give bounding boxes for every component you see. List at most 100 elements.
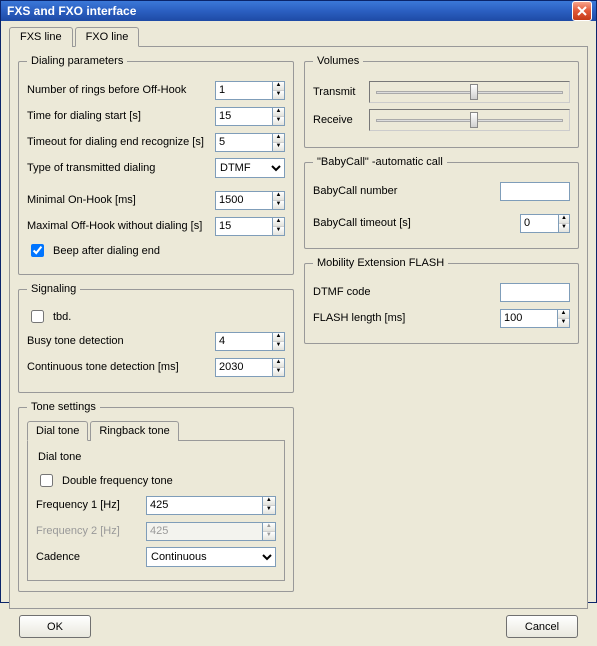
flash-length-input[interactable] [500, 309, 557, 328]
spin-up-icon[interactable]: ▲ [559, 215, 569, 224]
start-spinner[interactable]: ▲▼ [215, 107, 285, 126]
group-legend: Volumes [313, 55, 363, 67]
group-legend: Signaling [27, 283, 80, 295]
flash-length-label: FLASH length [ms] [313, 312, 500, 324]
receive-slider[interactable] [369, 109, 570, 131]
group-tone-settings: Tone settings Dial tone Ringback tone Di… [18, 401, 294, 592]
spin-down-icon[interactable]: ▼ [273, 143, 284, 151]
transmit-slider[interactable] [369, 81, 570, 103]
max-offhook-spinner[interactable]: ▲▼ [215, 217, 285, 236]
spin-up-icon[interactable]: ▲ [273, 82, 284, 91]
group-dialing-parameters: Dialing parameters Number of rings befor… [18, 55, 294, 275]
transmit-label: Transmit [313, 86, 369, 98]
tbd-label: tbd. [53, 311, 71, 323]
busy-spinner[interactable]: ▲▼ [215, 332, 285, 351]
rings-input[interactable] [215, 81, 272, 100]
double-freq-label: Double frequency tone [62, 475, 173, 487]
receive-label: Receive [313, 114, 369, 126]
start-input[interactable] [215, 107, 272, 126]
group-legend: "BabyCall" -automatic call [313, 156, 447, 168]
cont-spinner[interactable]: ▲▼ [215, 358, 285, 377]
type-combo[interactable]: DTMF [215, 158, 285, 178]
busy-label: Busy tone detection [27, 335, 215, 347]
spin-up-icon[interactable]: ▲ [273, 192, 284, 201]
max-offhook-label: Maximal Off-Hook without dialing [s] [27, 220, 215, 232]
babycall-number-label: BabyCall number [313, 185, 500, 197]
tab-fxs-line[interactable]: FXS line [9, 27, 73, 47]
close-icon [577, 6, 587, 16]
content-area: FXS line FXO line Dialing parameters Num… [1, 21, 596, 646]
right-column: Volumes Transmit Receive "BabyCall" -aut… [304, 55, 579, 600]
spin-down-icon[interactable]: ▼ [273, 91, 284, 99]
dtmf-label: DTMF code [313, 286, 500, 298]
group-babycall: "BabyCall" -automatic call BabyCall numb… [304, 156, 579, 249]
timeout-input[interactable] [215, 133, 272, 152]
slider-thumb-icon[interactable] [470, 84, 478, 100]
spin-up-icon[interactable]: ▲ [273, 108, 284, 117]
freq1-input[interactable] [146, 496, 262, 515]
slider-thumb-icon[interactable] [470, 112, 478, 128]
tab-dial-tone[interactable]: Dial tone [27, 421, 88, 441]
spin-up-icon[interactable]: ▲ [273, 359, 284, 368]
cont-label: Continuous tone detection [ms] [27, 361, 215, 373]
spin-down-icon[interactable]: ▼ [273, 201, 284, 209]
timeout-spinner[interactable]: ▲▼ [215, 133, 285, 152]
spin-up-icon[interactable]: ▲ [273, 134, 284, 143]
cancel-button[interactable]: Cancel [506, 615, 578, 638]
spin-down-icon[interactable]: ▼ [273, 117, 284, 125]
spin-down-icon[interactable]: ▼ [263, 506, 275, 514]
group-volumes: Volumes Transmit Receive [304, 55, 579, 148]
inner-tone-panel: Dial tone Double frequency tone Frequenc… [27, 440, 285, 581]
rings-label: Number of rings before Off-Hook [27, 84, 215, 96]
dialog-window: FXS and FXO interface FXS line FXO line … [0, 0, 597, 603]
babycall-timeout-input[interactable] [520, 214, 558, 233]
spin-down-icon[interactable]: ▼ [273, 227, 284, 235]
spin-down-icon[interactable]: ▼ [558, 319, 569, 327]
dtmf-input[interactable] [500, 283, 570, 302]
babycall-number-input[interactable] [500, 182, 570, 201]
double-freq-checkbox[interactable] [40, 474, 53, 487]
group-mobility-flash: Mobility Extension FLASH DTMF code FLASH… [304, 257, 579, 344]
left-column: Dialing parameters Number of rings befor… [18, 55, 294, 600]
group-legend: Dialing parameters [27, 55, 127, 67]
group-legend: Mobility Extension FLASH [313, 257, 448, 269]
min-onhook-spinner[interactable]: ▲▼ [215, 191, 285, 210]
rings-spinner[interactable]: ▲▼ [215, 81, 285, 100]
main-tabs: FXS line FXO line [9, 27, 588, 47]
freq2-spinner: ▲▼ [146, 522, 276, 541]
spin-down-icon[interactable]: ▼ [273, 368, 284, 376]
freq1-label: Frequency 1 [Hz] [36, 499, 146, 511]
tab-ringback-tone[interactable]: Ringback tone [90, 421, 178, 441]
start-label: Time for dialing start [s] [27, 110, 215, 122]
flash-length-spinner[interactable]: ▲▼ [500, 309, 570, 328]
tab-panel-fxo: Dialing parameters Number of rings befor… [9, 46, 588, 609]
babycall-timeout-label: BabyCall timeout [s] [313, 217, 520, 229]
spin-up-icon[interactable]: ▲ [273, 218, 284, 227]
cadence-combo[interactable]: Continuous [146, 547, 276, 567]
cont-input[interactable] [215, 358, 272, 377]
beep-checkbox[interactable] [31, 244, 44, 257]
tab-fxo-line[interactable]: FXO line [75, 27, 140, 47]
spin-up-icon: ▲ [263, 523, 275, 532]
spin-down-icon[interactable]: ▼ [273, 342, 284, 350]
ok-button[interactable]: OK [19, 615, 91, 638]
spin-up-icon[interactable]: ▲ [558, 310, 569, 319]
freq2-input [146, 522, 262, 541]
min-onhook-input[interactable] [215, 191, 272, 210]
freq2-label: Frequency 2 [Hz] [36, 525, 146, 537]
tbd-checkbox[interactable] [31, 310, 44, 323]
close-button[interactable] [572, 1, 592, 21]
spin-up-icon[interactable]: ▲ [263, 497, 275, 506]
type-label: Type of transmitted dialing [27, 162, 215, 174]
max-offhook-input[interactable] [215, 217, 272, 236]
busy-input[interactable] [215, 332, 272, 351]
inner-tabs: Dial tone Ringback tone [27, 421, 285, 441]
window-title: FXS and FXO interface [7, 4, 136, 18]
spin-up-icon[interactable]: ▲ [273, 333, 284, 342]
spin-down-icon[interactable]: ▼ [559, 224, 569, 232]
babycall-timeout-spinner[interactable]: ▲▼ [520, 214, 570, 233]
freq1-spinner[interactable]: ▲▼ [146, 496, 276, 515]
beep-label: Beep after dialing end [53, 245, 160, 257]
group-legend: Tone settings [27, 401, 100, 413]
group-signaling: Signaling tbd. Busy tone detection ▲▼ [18, 283, 294, 393]
